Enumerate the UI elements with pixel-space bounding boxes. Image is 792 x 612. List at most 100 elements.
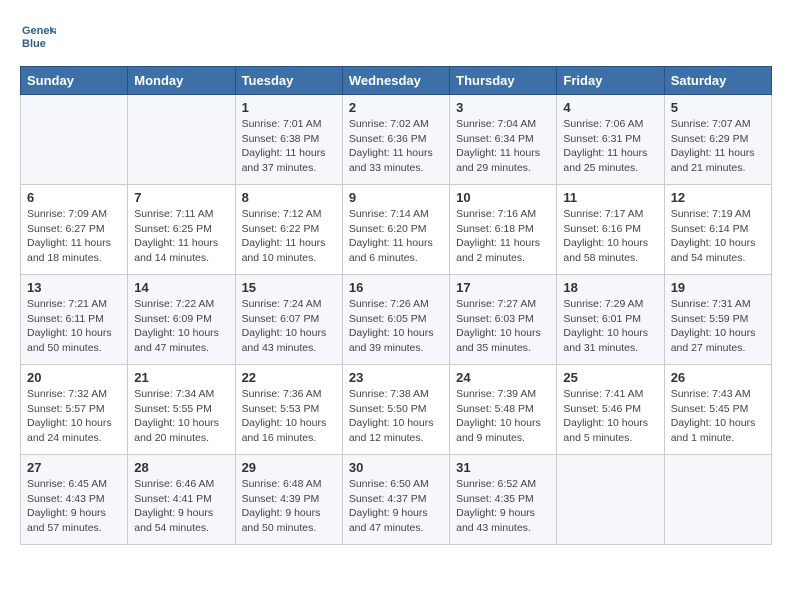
day-number: 26	[671, 370, 765, 385]
day-number: 14	[134, 280, 228, 295]
calendar-cell: 24 Sunrise: 7:39 AM Sunset: 5:48 PM Dayli…	[450, 365, 557, 455]
calendar-cell: 7 Sunrise: 7:11 AM Sunset: 6:25 PM Daylig…	[128, 185, 235, 275]
cell-info: Sunrise: 7:21 AM Sunset: 6:11 PM Dayligh…	[27, 297, 121, 356]
page-header: General Blue	[20, 20, 772, 56]
day-number: 11	[563, 190, 657, 205]
day-number: 15	[242, 280, 336, 295]
calendar-cell: 11 Sunrise: 7:17 AM Sunset: 6:16 PM Dayli…	[557, 185, 664, 275]
day-number: 19	[671, 280, 765, 295]
day-number: 21	[134, 370, 228, 385]
calendar-cell: 29Sunrise: 6:48 AM Sunset: 4:39 PM Dayli…	[235, 455, 342, 545]
calendar-cell: 17Sunrise: 7:27 AM Sunset: 6:03 PM Dayli…	[450, 275, 557, 365]
cell-info: Sunrise: 7:19 AM Sunset: 6:14 PM Dayligh…	[671, 207, 765, 266]
cell-info: Sunrise: 7:06 AM Sunset: 6:31 PM Dayligh…	[563, 117, 657, 176]
calendar-cell: 6 Sunrise: 7:09 AM Sunset: 6:27 PM Daylig…	[21, 185, 128, 275]
calendar-week-row: 13Sunrise: 7:21 AM Sunset: 6:11 PM Dayli…	[21, 275, 772, 365]
column-header-wednesday: Wednesday	[342, 67, 449, 95]
day-number: 28	[134, 460, 228, 475]
calendar-table: SundayMondayTuesdayWednesdayThursdayFrid…	[20, 66, 772, 545]
cell-info: Sunrise: 7:36 AM Sunset: 5:53 PM Dayligh…	[242, 387, 336, 446]
cell-info: Sunrise: 7:29 AM Sunset: 6:01 PM Dayligh…	[563, 297, 657, 356]
cell-info: Sunrise: 7:22 AM Sunset: 6:09 PM Dayligh…	[134, 297, 228, 356]
day-number: 5	[671, 100, 765, 115]
cell-info: Sunrise: 7:14 AM Sunset: 6:20 PM Dayligh…	[349, 207, 443, 266]
svg-text:Blue: Blue	[22, 38, 46, 50]
calendar-cell: 28 Sunrise: 6:46 AM Sunset: 4:41 PM Dayli…	[128, 455, 235, 545]
calendar-cell: 3 Sunrise: 7:04 AM Sunset: 6:34 PM Daylig…	[450, 95, 557, 185]
day-number: 20	[27, 370, 121, 385]
calendar-cell: 5 Sunrise: 7:07 AM Sunset: 6:29 PM Daylig…	[664, 95, 771, 185]
calendar-cell: 9 Sunrise: 7:14 AM Sunset: 6:20 PM Daylig…	[342, 185, 449, 275]
calendar-week-row: 6 Sunrise: 7:09 AM Sunset: 6:27 PM Daylig…	[21, 185, 772, 275]
day-number: 1	[242, 100, 336, 115]
calendar-cell	[21, 95, 128, 185]
cell-info: Sunrise: 7:04 AM Sunset: 6:34 PM Dayligh…	[456, 117, 550, 176]
cell-info: Sunrise: 6:45 AM Sunset: 4:43 PM Dayligh…	[27, 477, 121, 536]
day-number: 10	[456, 190, 550, 205]
column-header-tuesday: Tuesday	[235, 67, 342, 95]
cell-info: Sunrise: 6:48 AM Sunset: 4:39 PM Dayligh…	[242, 477, 336, 536]
calendar-cell	[664, 455, 771, 545]
cell-info: Sunrise: 7:11 AM Sunset: 6:25 PM Dayligh…	[134, 207, 228, 266]
calendar-cell: 22Sunrise: 7:36 AM Sunset: 5:53 PM Dayli…	[235, 365, 342, 455]
day-number: 23	[349, 370, 443, 385]
calendar-cell: 8Sunrise: 7:12 AM Sunset: 6:22 PM Daylig…	[235, 185, 342, 275]
calendar-cell: 13Sunrise: 7:21 AM Sunset: 6:11 PM Dayli…	[21, 275, 128, 365]
calendar-cell: 2 Sunrise: 7:02 AM Sunset: 6:36 PM Daylig…	[342, 95, 449, 185]
calendar-cell: 30Sunrise: 6:50 AM Sunset: 4:37 PM Dayli…	[342, 455, 449, 545]
day-number: 7	[134, 190, 228, 205]
cell-info: Sunrise: 7:32 AM Sunset: 5:57 PM Dayligh…	[27, 387, 121, 446]
cell-info: Sunrise: 7:31 AM Sunset: 5:59 PM Dayligh…	[671, 297, 765, 356]
calendar-cell: 19 Sunrise: 7:31 AM Sunset: 5:59 PM Dayli…	[664, 275, 771, 365]
calendar-cell	[128, 95, 235, 185]
calendar-cell: 4Sunrise: 7:06 AM Sunset: 6:31 PM Daylig…	[557, 95, 664, 185]
day-number: 6	[27, 190, 121, 205]
cell-info: Sunrise: 7:02 AM Sunset: 6:36 PM Dayligh…	[349, 117, 443, 176]
calendar-cell: 15 Sunrise: 7:24 AM Sunset: 6:07 PM Dayli…	[235, 275, 342, 365]
calendar-cell: 23 Sunrise: 7:38 AM Sunset: 5:50 PM Dayli…	[342, 365, 449, 455]
day-number: 18	[563, 280, 657, 295]
day-number: 9	[349, 190, 443, 205]
day-number: 25	[563, 370, 657, 385]
calendar-cell: 12 Sunrise: 7:19 AM Sunset: 6:14 PM Dayli…	[664, 185, 771, 275]
calendar-week-row: 20 Sunrise: 7:32 AM Sunset: 5:57 PM Dayli…	[21, 365, 772, 455]
calendar-cell: 10 Sunrise: 7:16 AM Sunset: 6:18 PM Dayli…	[450, 185, 557, 275]
calendar-week-row: 1Sunrise: 7:01 AM Sunset: 6:38 PM Daylig…	[21, 95, 772, 185]
day-number: 17	[456, 280, 550, 295]
cell-info: Sunrise: 6:52 AM Sunset: 4:35 PM Dayligh…	[456, 477, 550, 536]
calendar-week-row: 27Sunrise: 6:45 AM Sunset: 4:43 PM Dayli…	[21, 455, 772, 545]
logo-svg: General Blue	[20, 20, 56, 56]
cell-info: Sunrise: 7:41 AM Sunset: 5:46 PM Dayligh…	[563, 387, 657, 446]
column-header-saturday: Saturday	[664, 67, 771, 95]
calendar-cell: 18 Sunrise: 7:29 AM Sunset: 6:01 PM Dayli…	[557, 275, 664, 365]
logo: General Blue	[20, 20, 56, 56]
day-number: 8	[242, 190, 336, 205]
day-number: 12	[671, 190, 765, 205]
day-number: 24	[456, 370, 550, 385]
cell-info: Sunrise: 7:39 AM Sunset: 5:48 PM Dayligh…	[456, 387, 550, 446]
calendar-cell: 26 Sunrise: 7:43 AM Sunset: 5:45 PM Dayli…	[664, 365, 771, 455]
column-header-sunday: Sunday	[21, 67, 128, 95]
cell-info: Sunrise: 7:43 AM Sunset: 5:45 PM Dayligh…	[671, 387, 765, 446]
calendar-cell: 31 Sunrise: 6:52 AM Sunset: 4:35 PM Dayli…	[450, 455, 557, 545]
cell-info: Sunrise: 7:34 AM Sunset: 5:55 PM Dayligh…	[134, 387, 228, 446]
calendar-cell: 21 Sunrise: 7:34 AM Sunset: 5:55 PM Dayli…	[128, 365, 235, 455]
calendar-cell: 27Sunrise: 6:45 AM Sunset: 4:43 PM Dayli…	[21, 455, 128, 545]
cell-info: Sunrise: 7:24 AM Sunset: 6:07 PM Dayligh…	[242, 297, 336, 356]
cell-info: Sunrise: 7:38 AM Sunset: 5:50 PM Dayligh…	[349, 387, 443, 446]
cell-info: Sunrise: 7:16 AM Sunset: 6:18 PM Dayligh…	[456, 207, 550, 266]
day-number: 3	[456, 100, 550, 115]
calendar-cell: 1Sunrise: 7:01 AM Sunset: 6:38 PM Daylig…	[235, 95, 342, 185]
day-number: 31	[456, 460, 550, 475]
cell-info: Sunrise: 6:46 AM Sunset: 4:41 PM Dayligh…	[134, 477, 228, 536]
day-number: 30	[349, 460, 443, 475]
calendar-cell: 16Sunrise: 7:26 AM Sunset: 6:05 PM Dayli…	[342, 275, 449, 365]
cell-info: Sunrise: 7:07 AM Sunset: 6:29 PM Dayligh…	[671, 117, 765, 176]
calendar-cell	[557, 455, 664, 545]
cell-info: Sunrise: 7:09 AM Sunset: 6:27 PM Dayligh…	[27, 207, 121, 266]
calendar-cell: 25 Sunrise: 7:41 AM Sunset: 5:46 PM Dayli…	[557, 365, 664, 455]
column-header-thursday: Thursday	[450, 67, 557, 95]
day-number: 2	[349, 100, 443, 115]
day-number: 16	[349, 280, 443, 295]
cell-info: Sunrise: 7:17 AM Sunset: 6:16 PM Dayligh…	[563, 207, 657, 266]
